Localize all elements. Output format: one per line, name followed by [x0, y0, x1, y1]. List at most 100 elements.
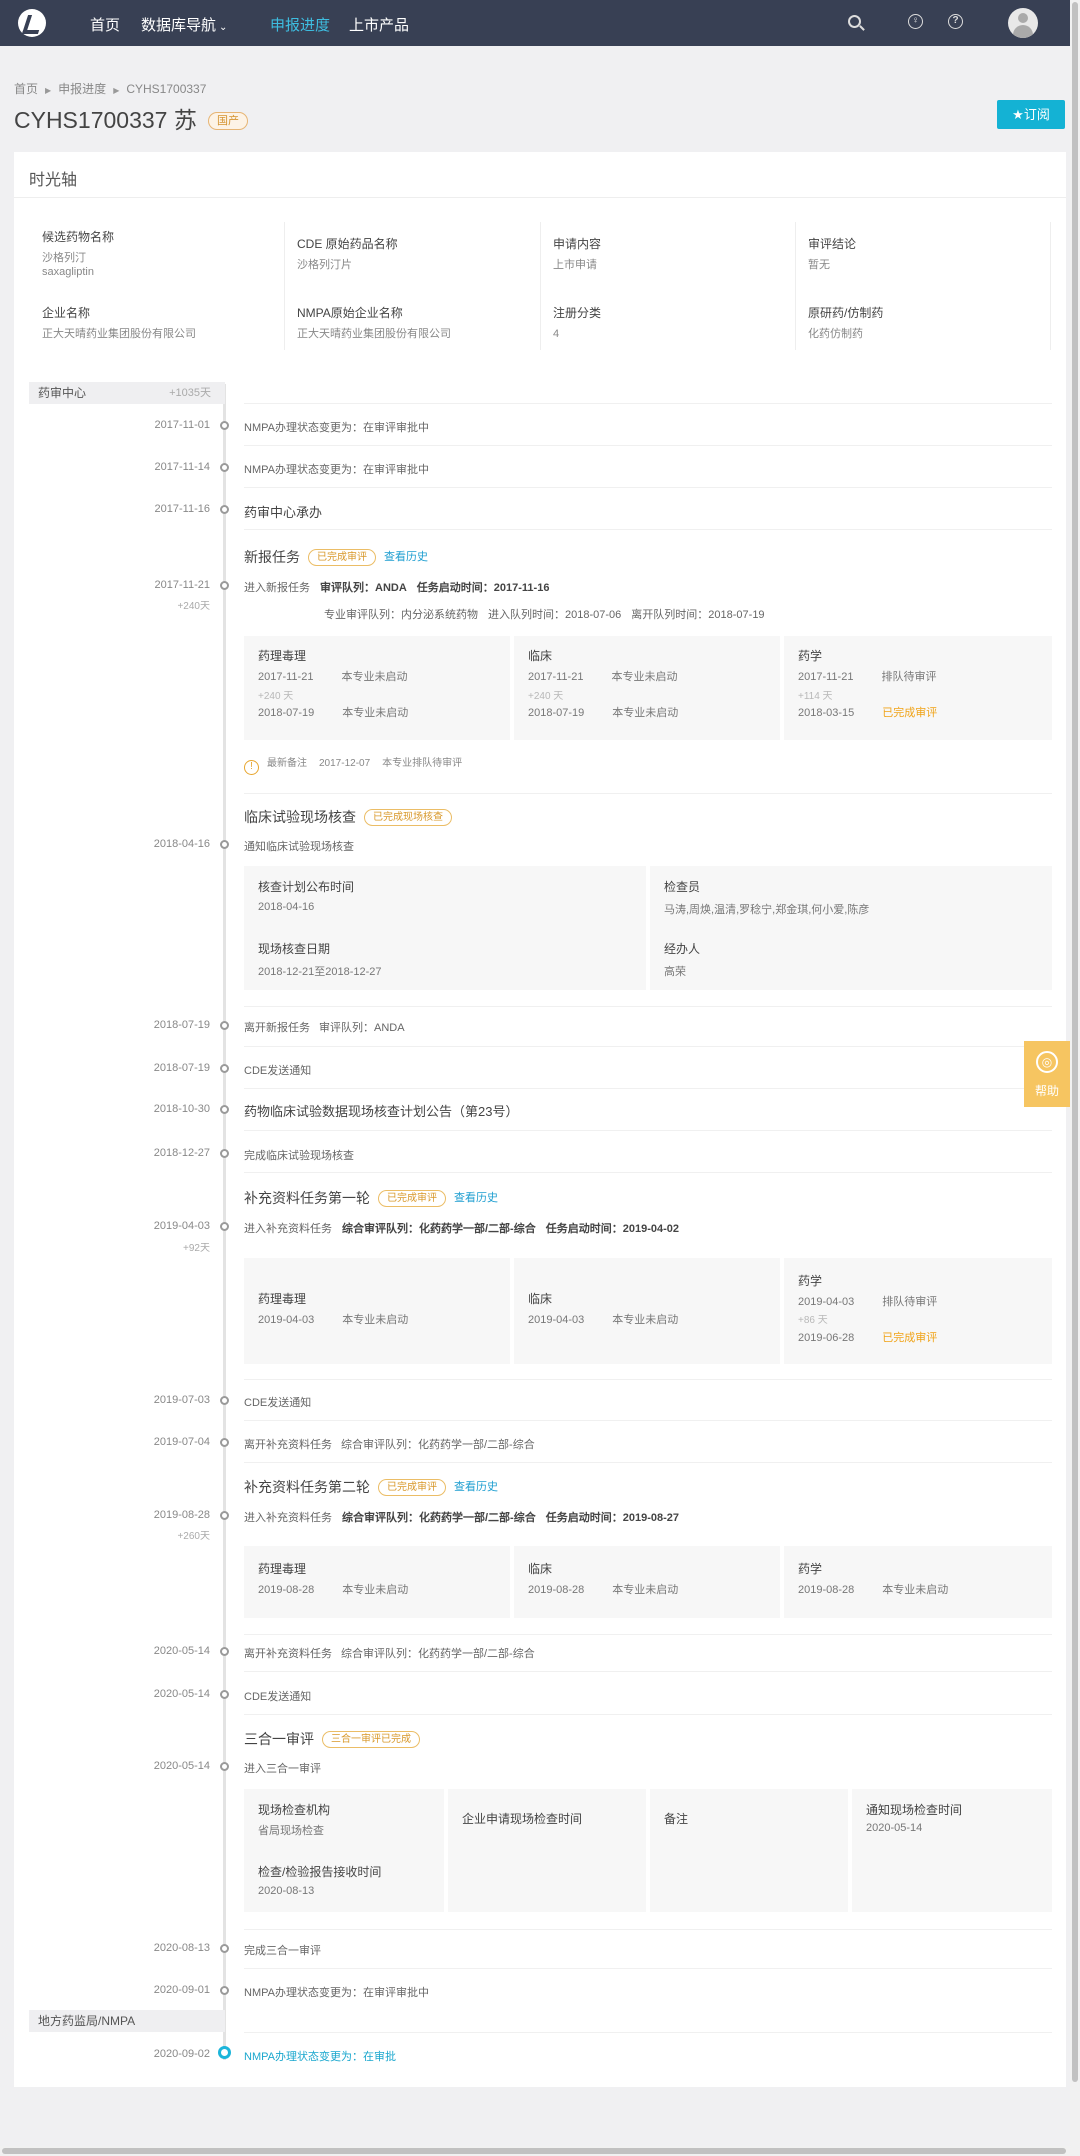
- lightbulb-icon[interactable]: ♀: [907, 13, 925, 31]
- nav-database-label: 数据库导航: [141, 17, 217, 34]
- box-date: 2017-11-21: [798, 671, 854, 683]
- view-history-link[interactable]: 查看历史: [454, 1481, 498, 1493]
- event-date: 2017-11-16: [154, 503, 210, 515]
- chevron-down-icon: ⌄: [219, 22, 228, 33]
- avatar[interactable]: [1008, 8, 1038, 38]
- event-sub-queue: 专业审评队列：内分泌系统药物: [324, 609, 478, 621]
- event-date: 2019-04-03: [153, 1220, 210, 1232]
- box-row: 2018-07-19 本专业未启动: [528, 704, 678, 720]
- timeline-dot: [220, 1438, 229, 1447]
- event-text: NMPA办理状态变更为：在审评审批中: [244, 464, 429, 476]
- event-text-extra: 审评队列：ANDA: [319, 1022, 405, 1034]
- event-duration: +92天: [183, 1243, 210, 1254]
- event-date: 2018-12-27: [153, 1147, 210, 1159]
- three-in-one-box-3: 备注: [650, 1789, 848, 1912]
- box-status: 排队待审评: [881, 671, 937, 683]
- section-cde: 药审中心 +1035天: [29, 382, 225, 404]
- discipline-box-pharmacy: 药学 2019-04-03 排队待审评 +86 天 2019-06-28 已完成审评: [784, 1258, 1052, 1364]
- nav-home[interactable]: 首页: [90, 14, 120, 35]
- event-text: NMPA办理状态变更为：在审评审批中: [244, 422, 429, 434]
- divider: [284, 222, 285, 350]
- info-nmpa-company: NMPA原始企业名称 正大天晴药业集团股份有限公司: [297, 304, 451, 341]
- discipline-box-clinical: 临床 2019-04-03 本专业未启动: [514, 1258, 780, 1364]
- box-heading: 药理毒理: [258, 649, 307, 663]
- timeline-dot: [220, 581, 229, 590]
- event-queue: 综合审评队列：化药药学一部/二部-综合: [342, 1223, 536, 1235]
- box-status: 本专业未启动: [612, 707, 679, 719]
- box-value: 省局现场检查: [258, 1825, 324, 1837]
- timeline-dot: [220, 840, 229, 849]
- nav-database[interactable]: 数据库导航 ⌄: [141, 14, 227, 35]
- three-in-one-box-2: 企业申请现场检查时间: [448, 1789, 646, 1912]
- view-history-link[interactable]: 查看历史: [384, 551, 428, 563]
- event-date: 2018-07-19: [153, 1062, 210, 1074]
- section-label: 药审中心: [38, 386, 87, 400]
- box-heading: 现场检查机构: [258, 1803, 331, 1817]
- divider: [795, 222, 796, 350]
- horizontal-scrollbar-thumb[interactable]: [2, 2148, 1066, 2154]
- event-text-main: 离开新报任务: [244, 1022, 310, 1034]
- box-duration: +114 天: [798, 691, 833, 702]
- info-value: 暂无: [808, 259, 830, 271]
- divider: [1050, 222, 1051, 350]
- help-float-button[interactable]: ◎ 帮助: [1024, 1041, 1070, 1107]
- timeline-dot: [220, 1105, 229, 1114]
- row-divider: [244, 487, 1052, 488]
- vertical-scrollbar-thumb[interactable]: [1072, 2, 1078, 2082]
- warning-icon: !: [244, 760, 259, 775]
- timeline-dot: [220, 1222, 229, 1231]
- box-value: 高荣: [664, 966, 686, 978]
- event-text: 完成三合一审评: [244, 1945, 321, 1957]
- origin-badge: 国产: [208, 112, 248, 130]
- box-status: 本专业未启动: [612, 1584, 679, 1596]
- event-enter: 进入补充资料任务: [244, 1512, 332, 1524]
- search-icon[interactable]: [846, 13, 864, 31]
- row-divider: [244, 1929, 1052, 1930]
- box-status: 已完成审评: [882, 1332, 938, 1344]
- three-in-one-box-1: 现场检查机构 省局现场检查 检查/检验报告接收时间 2020-08-13: [244, 1789, 444, 1912]
- row-divider: [244, 403, 1052, 404]
- info-cde-name: CDE 原始药品名称 沙格列汀片: [297, 235, 398, 272]
- timeline-dot: [220, 1149, 229, 1158]
- task-title: 新报任务 已完成审评 查看历史: [244, 547, 428, 567]
- help-icon[interactable]: ?: [947, 13, 965, 31]
- event-queue: 审评队列：ANDA: [320, 582, 407, 594]
- box-value: 2018-12-21至2018-12-27: [258, 966, 382, 978]
- subscribe-button[interactable]: ★订阅: [997, 100, 1065, 129]
- logo-icon[interactable]: [18, 9, 46, 37]
- box-duration: +240 天: [528, 691, 564, 702]
- box-heading: 药学: [798, 1562, 823, 1576]
- event-text-extra: 综合审评队列：化药药学一部/二部-综合: [341, 1439, 535, 1451]
- event-start: 任务启动时间：2017-11-16: [416, 582, 550, 594]
- event-enter: 进入补充资料任务: [244, 1223, 332, 1235]
- info-label: 注册分类: [553, 306, 602, 320]
- row-divider: [244, 1130, 1052, 1131]
- row-divider: [244, 1634, 1052, 1635]
- breadcrumb-home[interactable]: 首页: [14, 82, 38, 96]
- row-divider: [244, 529, 1052, 530]
- info-value: 4: [553, 328, 560, 340]
- nav-products[interactable]: 上市产品: [349, 14, 409, 35]
- row-divider: [244, 1046, 1052, 1047]
- box-date: 2019-04-03: [258, 1314, 315, 1326]
- view-history-link[interactable]: 查看历史: [454, 1192, 498, 1204]
- breadcrumb: 首页 ▶ 申报进度 ▶ CYHS1700337: [14, 80, 206, 97]
- event-text: 离开补充资料任务 综合审评队列：化药药学一部/二部-综合: [244, 1436, 535, 1452]
- event-date: 2020-09-02: [153, 2048, 210, 2060]
- breadcrumb-progress[interactable]: 申报进度: [58, 82, 106, 96]
- event-text-current: NMPA办理状态变更为：在审批: [244, 2051, 396, 2063]
- info-conclusion: 审评结论 暂无: [808, 235, 856, 272]
- box-row: 2018-03-15 已完成审评: [798, 704, 937, 720]
- info-label: 申请内容: [553, 237, 602, 251]
- event-date: 2020-05-14: [153, 1645, 210, 1657]
- event-date: 2019-07-04: [153, 1436, 210, 1448]
- info-value: 沙格列汀片: [297, 259, 352, 271]
- section-count: +1035天: [169, 387, 211, 399]
- discipline-box-pharm: 药理毒理 2019-08-28 本专业未启动: [244, 1546, 510, 1618]
- inspection-title-text: 临床试验现场核查: [244, 809, 356, 825]
- latest-note: ! 最新备注 2017-12-07 本专业排队待审评: [244, 754, 462, 775]
- box-heading: 临床: [528, 1292, 553, 1306]
- status-badge: 已完成现场核查: [364, 809, 452, 826]
- nav-progress[interactable]: 申报进度: [270, 14, 330, 35]
- status-badge: 已完成审评: [378, 1479, 446, 1496]
